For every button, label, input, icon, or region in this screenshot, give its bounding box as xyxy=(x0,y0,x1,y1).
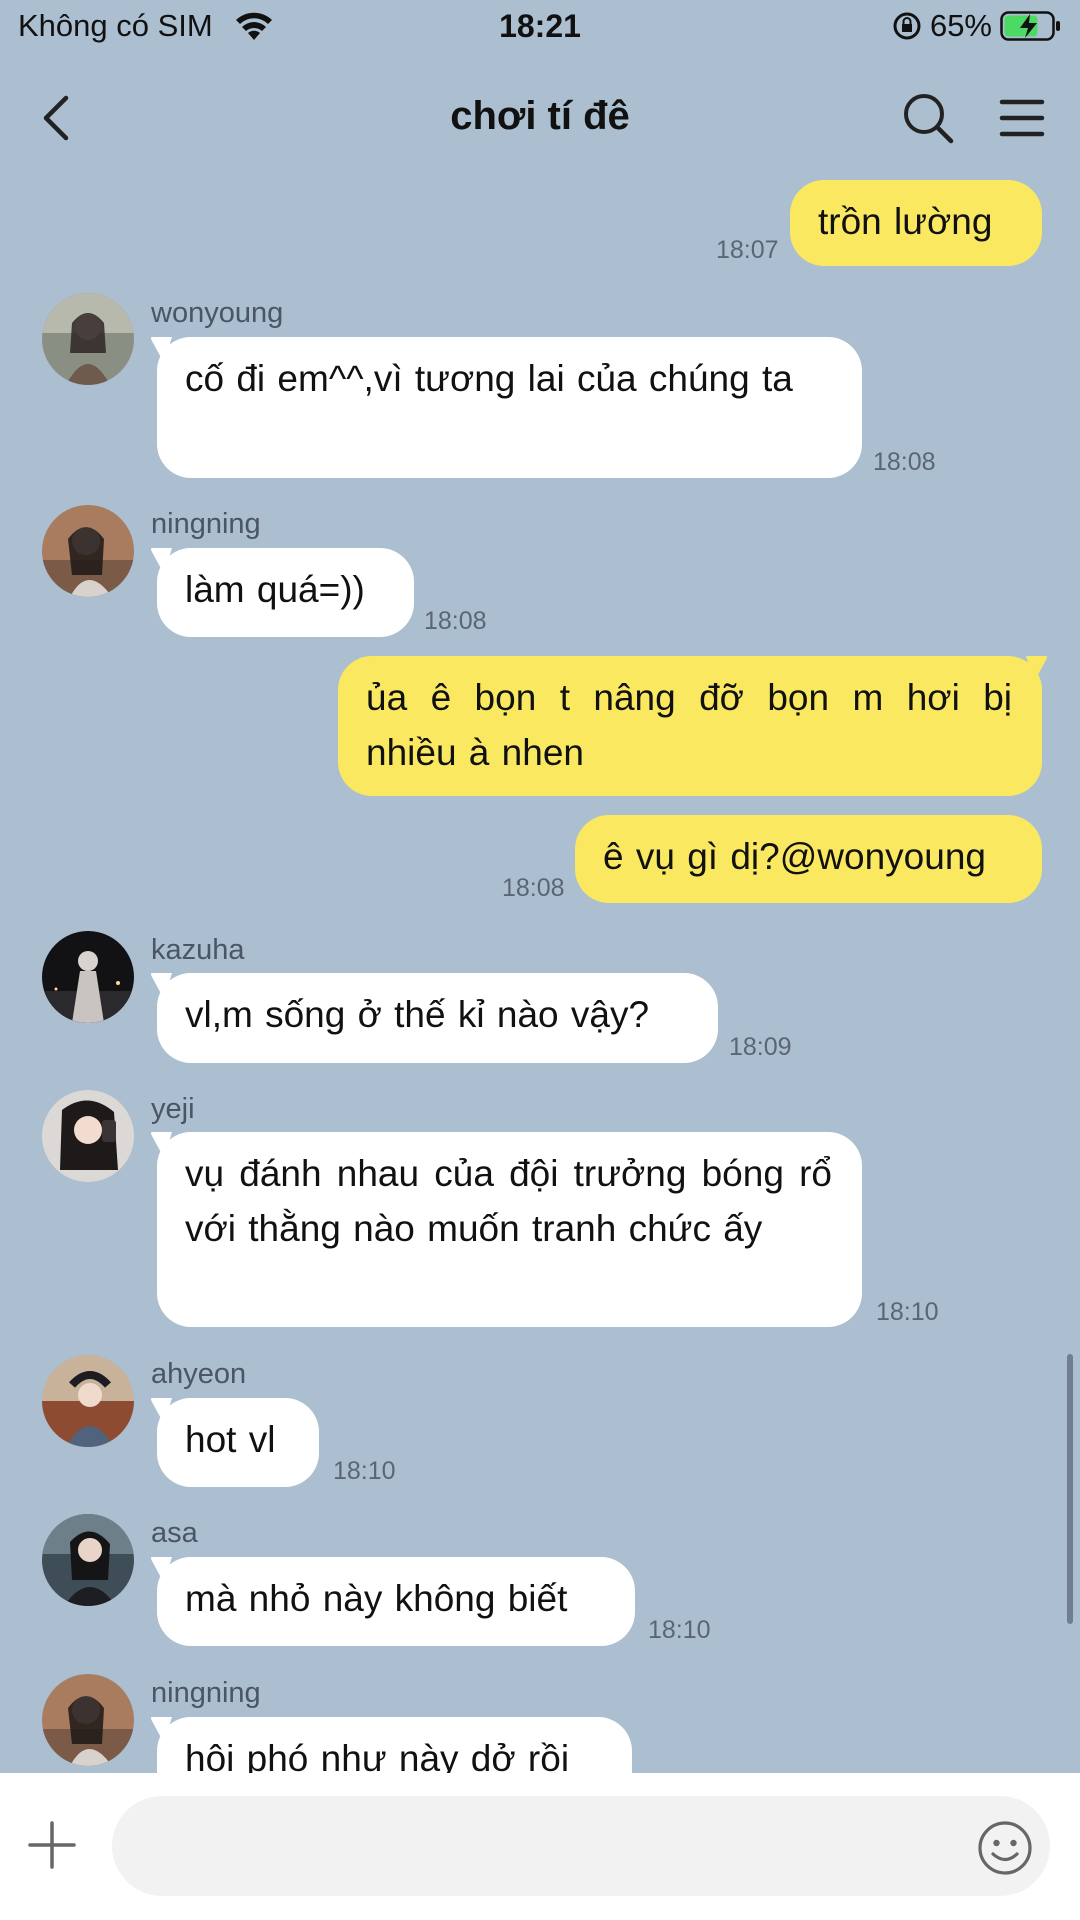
message-list[interactable]: trồn lường 18:07 wonyoung cố đi em^^,vì … xyxy=(0,160,1080,1773)
avatar-image xyxy=(42,505,134,597)
message-text: trồn lường xyxy=(818,201,993,242)
bubble-tail xyxy=(151,1132,172,1158)
avatar-image xyxy=(42,1514,134,1606)
bubble-tail xyxy=(151,1557,172,1583)
search-icon[interactable] xyxy=(900,90,956,146)
avatar[interactable] xyxy=(42,1090,134,1182)
status-right: 65% xyxy=(892,8,1062,44)
hamburger-menu-icon[interactable] xyxy=(996,92,1048,144)
message-text: mà nhỏ này không biết xyxy=(185,1578,568,1619)
avatar[interactable] xyxy=(42,1355,134,1447)
sender-name: yeji xyxy=(151,1093,195,1125)
sender-name: wonyoung xyxy=(151,297,284,329)
bubble-tail xyxy=(151,548,172,574)
plus-icon[interactable] xyxy=(26,1819,78,1871)
message-time: 18:10 xyxy=(648,1616,711,1644)
scrollbar[interactable] xyxy=(1067,1354,1073,1624)
message-time: 18:08 xyxy=(502,874,565,902)
message-text: ê vụ gì dị?@wonyoung xyxy=(603,836,986,877)
avatar-image xyxy=(42,1674,134,1766)
avatar-image xyxy=(42,293,134,385)
battery-percent: 65% xyxy=(929,8,992,43)
message-time: 18:08 xyxy=(424,607,487,635)
outgoing-message-bubble[interactable]: ủa ê bọn t nâng đỡ bọn m hơi bị nhiều à … xyxy=(338,656,1042,796)
sender-name: kazuha xyxy=(151,934,245,966)
bubble-tail xyxy=(151,1398,172,1424)
message-time: 18:08 xyxy=(873,448,936,476)
message-text: hot vl xyxy=(185,1419,276,1460)
avatar-image xyxy=(42,1355,134,1447)
incoming-message-bubble[interactable]: hot vl xyxy=(157,1398,319,1487)
message-time: 18:09 xyxy=(729,1033,792,1061)
message-input[interactable] xyxy=(112,1796,1050,1896)
outgoing-message-bubble[interactable]: trồn lường xyxy=(790,180,1042,266)
avatar[interactable] xyxy=(42,931,134,1023)
message-text: vụ đánh nhau của đội trưởng bóng rổ với … xyxy=(185,1153,832,1249)
message-time: 18:10 xyxy=(876,1298,939,1326)
sender-name: ningning xyxy=(151,508,261,540)
bubble-tail xyxy=(1026,656,1047,682)
incoming-message-bubble[interactable]: vl,m sống ở thế kỉ nào vậy? xyxy=(157,973,718,1063)
incoming-message-bubble[interactable]: vụ đánh nhau của đội trưởng bóng rổ với … xyxy=(157,1132,862,1327)
outgoing-message-bubble[interactable]: ê vụ gì dị?@wonyoung xyxy=(575,815,1042,903)
message-text: vl,m sống ở thế kỉ nào vậy? xyxy=(185,994,650,1035)
incoming-message-bubble[interactable]: mà nhỏ này không biết xyxy=(157,1557,635,1646)
status-bar: Không có SIM 18:21 65% xyxy=(0,0,1080,56)
avatar[interactable] xyxy=(42,1514,134,1606)
incoming-message-bubble[interactable]: cố đi em^^,vì tương lai của chúng ta xyxy=(157,337,862,478)
bubble-tail xyxy=(151,1717,172,1743)
message-text: làm quá=)) xyxy=(185,569,365,610)
battery-icon xyxy=(1000,11,1060,41)
avatar-image xyxy=(42,1090,134,1182)
sender-name: asa xyxy=(151,1517,198,1549)
message-time: 18:10 xyxy=(333,1457,396,1485)
bubble-tail xyxy=(151,337,172,363)
message-text: hội phó như này dở rồi xyxy=(185,1738,570,1773)
avatar[interactable] xyxy=(42,293,134,385)
chat-header: chơi tí đê xyxy=(0,80,1080,154)
sender-name: ahyeon xyxy=(151,1358,247,1390)
message-input-bar xyxy=(0,1773,1080,1920)
avatar[interactable] xyxy=(42,1674,134,1766)
sender-name: ningning xyxy=(151,1677,261,1709)
bubble-tail xyxy=(151,973,172,999)
orientation-lock-icon xyxy=(893,12,921,40)
avatar-image xyxy=(42,931,134,1023)
incoming-message-bubble[interactable]: làm quá=)) xyxy=(157,548,414,637)
incoming-message-bubble[interactable]: hội phó như này dở rồi xyxy=(157,1717,632,1773)
message-text: cố đi em^^,vì tương lai của chúng ta xyxy=(185,358,793,399)
emoji-icon[interactable] xyxy=(976,1819,1034,1877)
avatar[interactable] xyxy=(42,505,134,597)
message-time: 18:07 xyxy=(716,236,779,264)
message-text: ủa ê bọn t nâng đỡ bọn m hơi bị nhiều à … xyxy=(366,677,1012,773)
